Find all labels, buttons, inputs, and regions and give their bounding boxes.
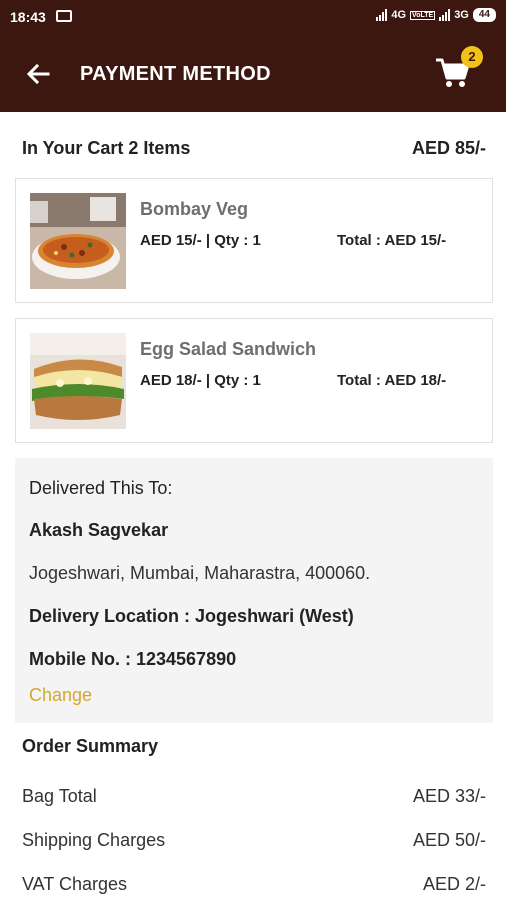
item-price-qty: AED 15/- | Qty : 1 (140, 232, 261, 249)
sandwich-thumbnail (30, 333, 126, 429)
network-type-2: 3G (454, 9, 469, 21)
page-title: PAYMENT METHOD (80, 63, 271, 85)
header-background: 18:43 4G VoLTE 3G 44 PAYMENT METHOD 2 (0, 0, 506, 112)
battery-icon: 44 (472, 8, 496, 22)
cart-items-heading: In Your Cart 2 Items (22, 138, 191, 158)
network-type-1: 4G (391, 9, 407, 21)
summary-value: AED 2/- (422, 874, 486, 894)
cart-count-badge: 2 (461, 46, 483, 68)
item-price-qty: AED 18/- | Qty : 1 (140, 372, 261, 389)
app-bar: PAYMENT METHOD 2 (0, 34, 506, 112)
recipient-name: Akash Sagvekar (29, 520, 169, 540)
status-indicators: 4G VoLTE 3G 44 (376, 8, 496, 22)
summary-value: AED 50/- (412, 830, 486, 850)
summary-row-shipping: Shipping Charges AED 50/- (22, 830, 486, 851)
delivery-label: Delivered This To: (29, 478, 173, 498)
pizza-thumbnail (30, 193, 126, 289)
delivery-location: Delivery Location : Jogeshwari (West) (29, 606, 354, 626)
back-arrow-icon (26, 63, 50, 85)
cart-summary-header: In Your Cart 2 Items AED 85/- (22, 138, 486, 159)
mobile-number: Mobile No. : 1234567890 (29, 649, 237, 669)
cart-total: AED 85/- (411, 138, 486, 158)
delivery-details: Delivered This To: Akash Sagvekar Jogesh… (15, 458, 493, 723)
item-total: Total : AED 18/- (337, 372, 447, 389)
volte-badge: VoLTE (410, 10, 436, 20)
signal-icon-2 (439, 9, 451, 21)
summary-value: AED 33/- (412, 786, 486, 806)
order-summary-title: Order Summary (22, 736, 159, 756)
notification-icon (56, 10, 72, 22)
summary-row-vat: VAT Charges AED 2/- (22, 874, 486, 895)
item-total: Total : AED 15/- (337, 232, 447, 249)
summary-label: Shipping Charges (22, 830, 166, 850)
item-name: Egg Salad Sandwich (140, 339, 317, 359)
change-address-link[interactable]: Change (29, 685, 92, 706)
cart-item-card[interactable]: Bombay Veg AED 15/- | Qty : 1 Total : AE… (15, 178, 493, 303)
status-time: 18:43 (10, 9, 46, 25)
cart-item-card[interactable]: Egg Salad Sandwich AED 18/- | Qty : 1 To… (15, 318, 493, 443)
status-bar: 18:43 4G VoLTE 3G 44 (0, 0, 506, 34)
summary-row-bag-total: Bag Total AED 33/- (22, 786, 486, 807)
summary-label: Bag Total (22, 786, 97, 806)
item-name: Bombay Veg (140, 199, 249, 219)
signal-icon (376, 9, 388, 21)
back-button[interactable] (22, 58, 54, 90)
summary-label: VAT Charges (22, 874, 128, 894)
delivery-address: Jogeshwari, Mumbai, Maharastra, 400060. (29, 563, 371, 583)
